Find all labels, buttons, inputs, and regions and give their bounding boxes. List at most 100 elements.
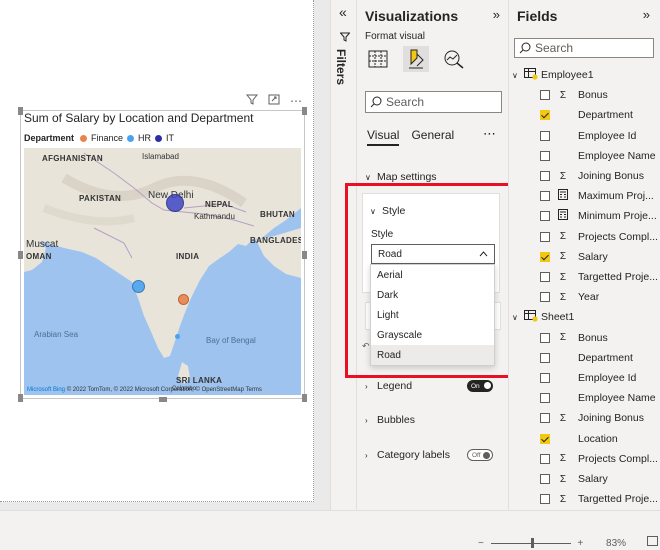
- field-item[interactable]: Employee Id: [540, 369, 636, 387]
- focus-mode-icon[interactable]: [268, 94, 280, 108]
- analytics-icon[interactable]: [441, 46, 467, 72]
- chevron-left-double-icon[interactable]: «: [339, 4, 347, 20]
- field-checkbox[interactable]: [540, 150, 550, 161]
- field-item[interactable]: Employee Id: [540, 127, 636, 145]
- field-item[interactable]: Σ Joining Bonus: [540, 167, 644, 185]
- field-checkbox[interactable]: [540, 413, 550, 424]
- field-checkbox[interactable]: [540, 393, 550, 404]
- field-checkbox[interactable]: [540, 352, 550, 363]
- zoom-control[interactable]: − + 83%: [478, 536, 658, 549]
- table-name: Employee1: [541, 69, 594, 81]
- viz-search-input[interactable]: Search: [365, 91, 502, 113]
- field-item[interactable]: Department: [540, 106, 633, 124]
- field-checkbox[interactable]: [540, 272, 550, 282]
- format-tabs: Visual General: [367, 128, 454, 146]
- legend-section[interactable]: › Legend On: [365, 380, 501, 392]
- resize-handle[interactable]: [159, 397, 167, 402]
- map-area[interactable]: AFGHANISTAN Islamabad PAKISTAN New Delhi…: [24, 148, 301, 395]
- field-checkbox[interactable]: [540, 433, 550, 444]
- field-item[interactable]: Maximum Proj...: [540, 187, 654, 205]
- field-name: Employee Id: [578, 129, 637, 142]
- category-labels-toggle[interactable]: Off: [467, 449, 493, 461]
- map-legend: Department Finance HR IT: [24, 133, 174, 143]
- table-header-sheet1[interactable]: ∨ Sheet1: [512, 308, 574, 326]
- resize-handle[interactable]: [302, 394, 307, 402]
- field-item[interactable]: Σ Bonus: [540, 86, 608, 104]
- bubble-hr[interactable]: [132, 280, 145, 293]
- map-attribution: Microsoft Bing © 2022 TomTom, © 2022 Mic…: [27, 387, 262, 393]
- field-checkbox[interactable]: [540, 171, 550, 181]
- field-checkbox[interactable]: [540, 231, 550, 242]
- tab-visual[interactable]: Visual: [367, 128, 400, 146]
- field-item[interactable]: Minimum Proje...: [540, 207, 657, 225]
- field-item[interactable]: Employee Name: [540, 147, 656, 165]
- field-item[interactable]: Σ Salary: [540, 470, 608, 488]
- legend-toggle[interactable]: On: [467, 380, 493, 392]
- zoom-slider[interactable]: [490, 537, 571, 548]
- resize-handle[interactable]: [302, 107, 307, 115]
- bubble-finance[interactable]: [178, 294, 189, 305]
- filter-icon[interactable]: [245, 94, 259, 108]
- field-checkbox[interactable]: [540, 130, 550, 141]
- field-checkbox[interactable]: [540, 373, 550, 383]
- field-checkbox[interactable]: [540, 110, 550, 121]
- zoom-out-button[interactable]: −: [478, 538, 484, 549]
- sigma-icon: Σ: [559, 170, 567, 182]
- resize-handle[interactable]: [18, 394, 23, 402]
- category-toggle-label: Off: [472, 451, 481, 459]
- chevron-right-double-icon[interactable]: »: [493, 7, 500, 22]
- legend-dot-hr: [127, 134, 135, 142]
- fit-to-page-icon[interactable]: [646, 536, 658, 549]
- chevron-right-icon: ›: [365, 451, 368, 460]
- tab-general[interactable]: General: [411, 128, 454, 146]
- more-options-icon[interactable]: ⋯: [290, 94, 302, 108]
- field-item[interactable]: Σ Projects Compl...: [540, 450, 658, 468]
- table-header-employee1[interactable]: ∨ Employee1: [512, 66, 594, 84]
- chevron-right-double-icon[interactable]: »: [643, 7, 650, 22]
- resize-handle[interactable]: [302, 251, 307, 259]
- bubble-hr-small[interactable]: [175, 334, 180, 339]
- field-name: Targetted Proje...: [578, 493, 658, 506]
- field-item[interactable]: Employee Name: [540, 389, 656, 407]
- field-checkbox[interactable]: [540, 332, 550, 343]
- resize-handle[interactable]: [18, 251, 23, 259]
- zoom-in-button[interactable]: +: [577, 538, 583, 549]
- field-item[interactable]: Σ Targetted Proje...: [540, 490, 658, 508]
- map-settings-label: Map settings: [377, 171, 437, 183]
- bubble-it[interactable]: [166, 194, 184, 212]
- field-item[interactable]: Department: [540, 349, 633, 367]
- field-item[interactable]: Σ Targetted Proje...: [540, 268, 658, 286]
- chevron-down-icon: ∨: [512, 312, 518, 322]
- toggle-knob: [483, 452, 490, 459]
- field-checkbox[interactable]: [540, 211, 550, 222]
- category-labels-section[interactable]: › Category labels Off: [365, 449, 501, 461]
- resize-handle[interactable]: [18, 107, 23, 115]
- field-item[interactable]: Σ Joining Bonus: [540, 409, 644, 427]
- field-checkbox[interactable]: [540, 251, 550, 262]
- field-item[interactable]: Σ Bonus: [540, 329, 608, 347]
- field-item[interactable]: Location: [540, 430, 618, 448]
- format-visual-icon[interactable]: [403, 46, 429, 72]
- fields-search-input[interactable]: Search: [514, 38, 654, 58]
- field-name: Targetted Proje...: [578, 271, 658, 283]
- field-checkbox[interactable]: [540, 494, 550, 505]
- field-checkbox[interactable]: [540, 90, 550, 101]
- sigma-icon: Σ: [559, 231, 567, 243]
- field-item[interactable]: Σ Salary: [540, 248, 608, 266]
- field-checkbox[interactable]: [540, 453, 550, 464]
- build-visual-icon[interactable]: [365, 46, 391, 72]
- field-checkbox[interactable]: [540, 474, 550, 484]
- map-label-oman: OMAN: [26, 252, 52, 261]
- map-visual[interactable]: ⋯ Sum of Salary by Location and Departme…: [18, 94, 307, 402]
- field-checkbox[interactable]: [540, 292, 550, 303]
- field-name: Location: [578, 432, 618, 445]
- filters-label[interactable]: Filters: [334, 49, 348, 85]
- toggle-knob: [484, 382, 491, 389]
- field-item[interactable]: Σ Projects Compl...: [540, 228, 658, 246]
- field-item[interactable]: Σ Year: [540, 288, 599, 306]
- map-settings-section[interactable]: ∨ Map settings: [365, 171, 437, 183]
- zoom-slider-thumb[interactable]: [530, 537, 534, 548]
- bubbles-section[interactable]: › Bubbles: [365, 414, 415, 426]
- field-checkbox[interactable]: [540, 191, 550, 202]
- more-options-icon[interactable]: ⋯: [483, 126, 496, 142]
